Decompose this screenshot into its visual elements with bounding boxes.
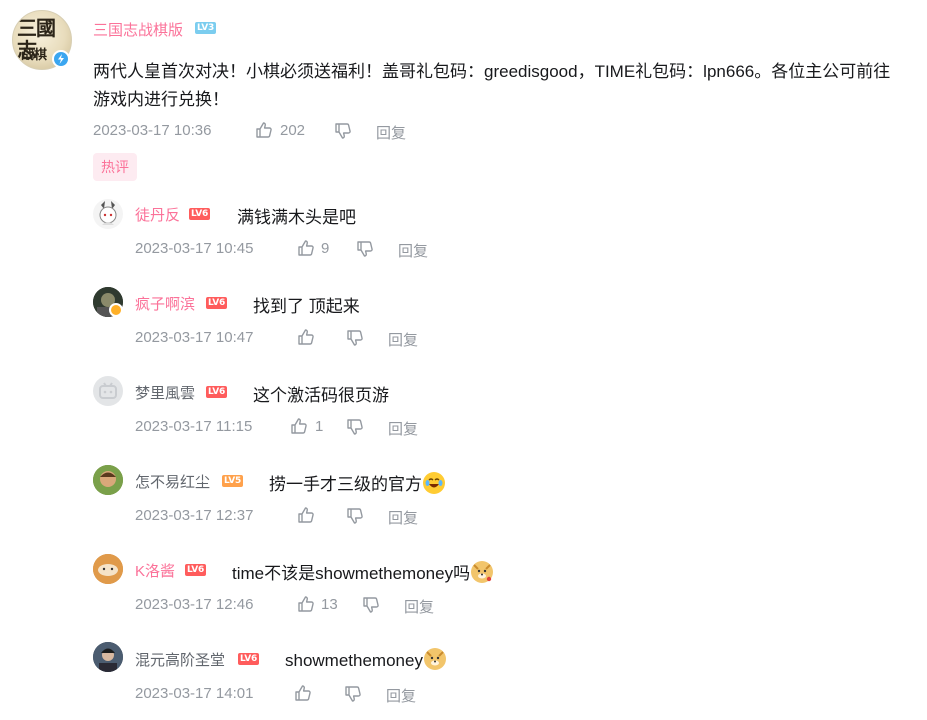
level-badge: LV6	[206, 386, 228, 398]
avatar[interactable]	[93, 642, 123, 672]
reply-button[interactable]: 回复	[398, 240, 428, 261]
thumbs-down-icon[interactable]	[344, 685, 362, 703]
like-count: 9	[321, 240, 330, 257]
thumbs-down-icon[interactable]	[346, 329, 364, 347]
badge-icon	[109, 303, 123, 317]
reply-username[interactable]: 徒丹反	[135, 204, 180, 225]
thumbs-down-icon[interactable]	[334, 122, 352, 140]
reply-text-content: time不该是showmethemoney吗	[232, 564, 471, 583]
root-timestamp: 2023-03-17 10:36	[93, 122, 212, 139]
root-reply-button[interactable]: 回复	[376, 122, 406, 143]
root-like-count: 202	[280, 122, 306, 139]
reply-text-content: showmethemoney	[285, 651, 423, 670]
avatar[interactable]	[93, 465, 123, 495]
level-badge: LV6	[238, 653, 260, 665]
avatar[interactable]	[93, 554, 123, 584]
thumbs-up-icon[interactable]	[290, 417, 308, 435]
reply-username[interactable]: 疯子啊滨	[135, 293, 195, 314]
thumbs-up-icon[interactable]	[294, 684, 312, 702]
reply-username[interactable]: 梦里風雲	[135, 382, 195, 403]
reply-button[interactable]: 回复	[386, 685, 416, 706]
reply-username[interactable]: 怎不易红尘	[135, 471, 210, 492]
thumbs-up-icon[interactable]	[297, 328, 315, 346]
thumbs-up-icon[interactable]	[297, 506, 315, 524]
like-count: 13	[321, 596, 338, 613]
doge-emoji-icon	[471, 561, 494, 583]
reply-timestamp: 2023-03-17 10:45	[135, 240, 254, 257]
thumbs-down-icon[interactable]	[356, 240, 374, 258]
like-count: 1	[315, 418, 324, 435]
reply-text-content: 捞一手才三级的官方	[269, 475, 422, 494]
thumbs-down-icon[interactable]	[362, 596, 380, 614]
reply-text: showmethemoney	[285, 648, 446, 671]
reply-button[interactable]: 回复	[388, 418, 418, 439]
reply-text: time不该是showmethemoney吗	[232, 559, 494, 584]
avatar[interactable]	[93, 376, 123, 406]
doge-emoji-icon	[423, 648, 446, 670]
thumbs-up-icon[interactable]	[297, 239, 315, 257]
reply-button[interactable]: 回复	[404, 596, 434, 617]
thumbs-down-icon[interactable]	[346, 507, 364, 525]
reply-text: 满钱满木头是吧	[237, 208, 356, 227]
reply-username[interactable]: 混元高阶圣堂	[135, 649, 225, 670]
reply-button[interactable]: 回复	[388, 507, 418, 528]
thumbs-down-icon[interactable]	[346, 418, 364, 436]
reply-timestamp: 2023-03-17 12:37	[135, 507, 254, 524]
verified-badge-icon	[52, 50, 70, 68]
root-level-badge: LV3	[195, 22, 217, 34]
root-comment-text: 两代人皇首次对决！小棋必须送福利！盖哥礼包码：greedisgood，TIME礼…	[93, 62, 891, 109]
root-username[interactable]: 三国志战棋版	[93, 19, 183, 40]
reply-username[interactable]: K洛酱	[135, 560, 175, 581]
laugh-cry-emoji-icon	[423, 472, 445, 494]
reply-text: 捞一手才三级的官方	[269, 470, 445, 495]
level-badge: LV6	[206, 297, 228, 309]
reply-timestamp: 2023-03-17 11:15	[135, 418, 253, 435]
level-badge: LV6	[185, 564, 207, 576]
level-badge: LV5	[222, 475, 244, 487]
reply-text: 找到了 顶起来	[253, 297, 360, 316]
reply-button[interactable]: 回复	[388, 329, 418, 350]
avatar-logo-subtext: 战棋	[21, 48, 48, 63]
thumbs-up-icon[interactable]	[297, 595, 315, 613]
level-badge: LV6	[189, 208, 211, 220]
hot-comments-label: 热评	[93, 153, 137, 181]
reply-text: 这个激活码很页游	[253, 386, 389, 405]
reply-timestamp: 2023-03-17 10:47	[135, 329, 254, 346]
reply-timestamp: 2023-03-17 14:01	[135, 685, 254, 702]
avatar[interactable]	[93, 199, 123, 229]
thumbs-up-icon[interactable]	[255, 121, 273, 139]
reply-timestamp: 2023-03-17 12:46	[135, 596, 254, 613]
